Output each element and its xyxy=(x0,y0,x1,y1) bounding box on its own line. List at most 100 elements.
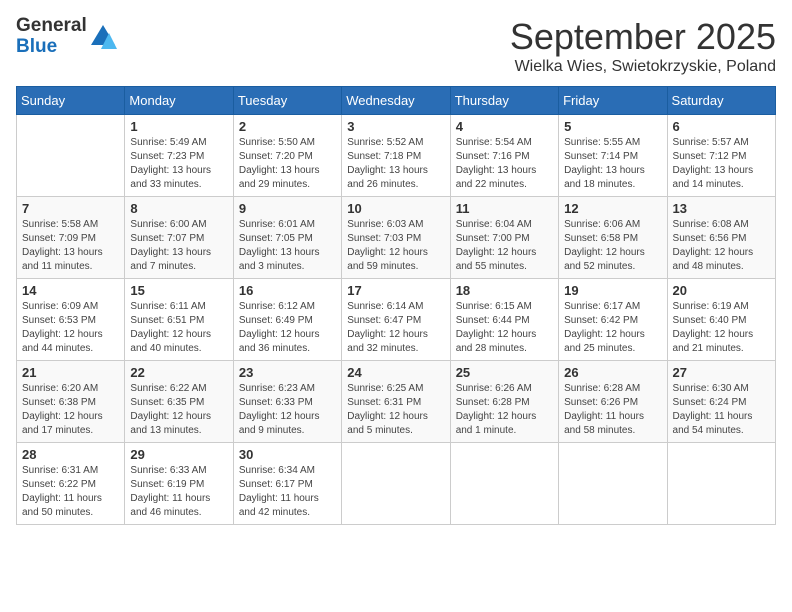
day-info: Sunrise: 6:30 AMSunset: 6:24 PMDaylight:… xyxy=(673,382,770,438)
calendar-cell: 8 Sunrise: 6:00 AMSunset: 7:07 PMDaylight… xyxy=(125,197,233,279)
day-info: Sunrise: 6:12 AMSunset: 6:49 PMDaylight:… xyxy=(239,300,336,356)
calendar-cell: 15 Sunrise: 6:11 AMSunset: 6:51 PMDayligh… xyxy=(125,279,233,361)
day-number: 24 xyxy=(347,365,444,380)
logo-general: General xyxy=(16,16,87,37)
day-info: Sunrise: 6:08 AMSunset: 6:56 PMDaylight:… xyxy=(673,218,770,274)
location: Wielka Wies, Swietokrzyskie, Poland xyxy=(510,58,776,76)
day-number: 17 xyxy=(347,283,444,298)
col-header-monday: Monday xyxy=(125,87,233,115)
day-number: 22 xyxy=(130,365,227,380)
day-number: 6 xyxy=(673,119,770,134)
day-info: Sunrise: 6:33 AMSunset: 6:19 PMDaylight:… xyxy=(130,464,227,520)
calendar-cell: 30Sunrise: 6:34 AMSunset: 6:17 PMDayligh… xyxy=(233,443,341,525)
day-number: 4 xyxy=(456,119,553,134)
calendar-cell: 21 Sunrise: 6:20 AMSunset: 6:38 PMDayligh… xyxy=(17,361,125,443)
day-number: 21 xyxy=(22,365,119,380)
day-info: Sunrise: 6:15 AMSunset: 6:44 PMDaylight:… xyxy=(456,300,553,356)
calendar-cell: 10 Sunrise: 6:03 AMSunset: 7:03 PMDayligh… xyxy=(342,197,450,279)
day-info: Sunrise: 6:17 AMSunset: 6:42 PMDaylight:… xyxy=(564,300,661,356)
calendar-cell xyxy=(667,443,775,525)
day-info: Sunrise: 6:20 AMSunset: 6:38 PMDaylight:… xyxy=(22,382,119,438)
col-header-thursday: Thursday xyxy=(450,87,558,115)
calendar-cell: 14 Sunrise: 6:09 AMSunset: 6:53 PMDayligh… xyxy=(17,279,125,361)
day-number: 27 xyxy=(673,365,770,380)
day-info: Sunrise: 6:01 AMSunset: 7:05 PMDaylight:… xyxy=(239,218,336,274)
col-header-wednesday: Wednesday xyxy=(342,87,450,115)
col-header-friday: Friday xyxy=(559,87,667,115)
day-info: Sunrise: 6:14 AMSunset: 6:47 PMDaylight:… xyxy=(347,300,444,356)
day-number: 16 xyxy=(239,283,336,298)
calendar-week-row: 14 Sunrise: 6:09 AMSunset: 6:53 PMDayligh… xyxy=(17,279,776,361)
day-number: 29 xyxy=(130,447,227,462)
day-info: Sunrise: 6:26 AMSunset: 6:28 PMDaylight:… xyxy=(456,382,553,438)
day-number: 18 xyxy=(456,283,553,298)
calendar-cell: 7 Sunrise: 5:58 AMSunset: 7:09 PMDaylight… xyxy=(17,197,125,279)
day-number: 23 xyxy=(239,365,336,380)
calendar-table: SundayMondayTuesdayWednesdayThursdayFrid… xyxy=(16,86,776,525)
calendar-cell: 4 Sunrise: 5:54 AMSunset: 7:16 PMDaylight… xyxy=(450,115,558,197)
calendar-cell: 1 Sunrise: 5:49 AMSunset: 7:23 PMDaylight… xyxy=(125,115,233,197)
day-info: Sunrise: 6:11 AMSunset: 6:51 PMDaylight:… xyxy=(130,300,227,356)
day-number: 10 xyxy=(347,201,444,216)
calendar-cell: 3Sunrise: 5:52 AMSunset: 7:18 PMDaylight… xyxy=(342,115,450,197)
col-header-tuesday: Tuesday xyxy=(233,87,341,115)
calendar-cell xyxy=(559,443,667,525)
calendar-cell: 16 Sunrise: 6:12 AMSunset: 6:49 PMDayligh… xyxy=(233,279,341,361)
calendar-cell: 25 Sunrise: 6:26 AMSunset: 6:28 PMDayligh… xyxy=(450,361,558,443)
page-header: General Blue September 2025 Wielka Wies,… xyxy=(16,16,776,76)
calendar-header-row: SundayMondayTuesdayWednesdayThursdayFrid… xyxy=(17,87,776,115)
calendar-cell: 27 Sunrise: 6:30 AMSunset: 6:24 PMDayligh… xyxy=(667,361,775,443)
calendar-week-row: 28Sunrise: 6:31 AMSunset: 6:22 PMDayligh… xyxy=(17,443,776,525)
day-info: Sunrise: 6:22 AMSunset: 6:35 PMDaylight:… xyxy=(130,382,227,438)
calendar-cell: 29 Sunrise: 6:33 AMSunset: 6:19 PMDayligh… xyxy=(125,443,233,525)
day-number: 25 xyxy=(456,365,553,380)
day-number: 8 xyxy=(130,201,227,216)
day-number: 1 xyxy=(130,119,227,134)
calendar-cell xyxy=(450,443,558,525)
day-number: 14 xyxy=(22,283,119,298)
month-title: September 2025 xyxy=(510,16,776,58)
col-header-saturday: Saturday xyxy=(667,87,775,115)
calendar-week-row: 7 Sunrise: 5:58 AMSunset: 7:09 PMDaylight… xyxy=(17,197,776,279)
day-info: Sunrise: 6:04 AMSunset: 7:00 PMDaylight:… xyxy=(456,218,553,274)
day-info: Sunrise: 6:23 AMSunset: 6:33 PMDaylight:… xyxy=(239,382,336,438)
calendar-week-row: 21 Sunrise: 6:20 AMSunset: 6:38 PMDayligh… xyxy=(17,361,776,443)
logo-icon xyxy=(89,23,117,51)
day-number: 28 xyxy=(22,447,119,462)
col-header-sunday: Sunday xyxy=(17,87,125,115)
day-number: 9 xyxy=(239,201,336,216)
day-number: 15 xyxy=(130,283,227,298)
day-info: Sunrise: 5:54 AMSunset: 7:16 PMDaylight:… xyxy=(456,136,553,192)
calendar-cell: 18 Sunrise: 6:15 AMSunset: 6:44 PMDayligh… xyxy=(450,279,558,361)
calendar-cell: 11 Sunrise: 6:04 AMSunset: 7:00 PMDayligh… xyxy=(450,197,558,279)
day-info: Sunrise: 6:19 AMSunset: 6:40 PMDaylight:… xyxy=(673,300,770,356)
calendar-cell: 2 Sunrise: 5:50 AMSunset: 7:20 PMDaylight… xyxy=(233,115,341,197)
day-number: 11 xyxy=(456,201,553,216)
day-info: Sunrise: 6:25 AMSunset: 6:31 PMDaylight:… xyxy=(347,382,444,438)
calendar-cell: 13Sunrise: 6:08 AMSunset: 6:56 PMDayligh… xyxy=(667,197,775,279)
calendar-cell: 6Sunrise: 5:57 AMSunset: 7:12 PMDaylight… xyxy=(667,115,775,197)
day-number: 20 xyxy=(673,283,770,298)
day-info: Sunrise: 6:09 AMSunset: 6:53 PMDaylight:… xyxy=(22,300,119,356)
calendar-cell: 5Sunrise: 5:55 AMSunset: 7:14 PMDaylight… xyxy=(559,115,667,197)
day-info: Sunrise: 5:49 AMSunset: 7:23 PMDaylight:… xyxy=(130,136,227,192)
calendar-cell xyxy=(17,115,125,197)
day-info: Sunrise: 5:58 AMSunset: 7:09 PMDaylight:… xyxy=(22,218,119,274)
calendar-cell: 28Sunrise: 6:31 AMSunset: 6:22 PMDayligh… xyxy=(17,443,125,525)
day-number: 3 xyxy=(347,119,444,134)
day-number: 26 xyxy=(564,365,661,380)
day-number: 12 xyxy=(564,201,661,216)
calendar-cell: 26 Sunrise: 6:28 AMSunset: 6:26 PMDayligh… xyxy=(559,361,667,443)
title-block: September 2025 Wielka Wies, Swietokrzysk… xyxy=(510,16,776,76)
day-info: Sunrise: 6:00 AMSunset: 7:07 PMDaylight:… xyxy=(130,218,227,274)
day-number: 2 xyxy=(239,119,336,134)
day-number: 7 xyxy=(22,201,119,216)
calendar-cell: 20 Sunrise: 6:19 AMSunset: 6:40 PMDayligh… xyxy=(667,279,775,361)
day-number: 30 xyxy=(239,447,336,462)
logo-blue: Blue xyxy=(16,37,87,58)
day-info: Sunrise: 5:50 AMSunset: 7:20 PMDaylight:… xyxy=(239,136,336,192)
day-info: Sunrise: 6:03 AMSunset: 7:03 PMDaylight:… xyxy=(347,218,444,274)
calendar-cell: 23 Sunrise: 6:23 AMSunset: 6:33 PMDayligh… xyxy=(233,361,341,443)
day-info: Sunrise: 6:28 AMSunset: 6:26 PMDaylight:… xyxy=(564,382,661,438)
day-info: Sunrise: 5:55 AMSunset: 7:14 PMDaylight:… xyxy=(564,136,661,192)
